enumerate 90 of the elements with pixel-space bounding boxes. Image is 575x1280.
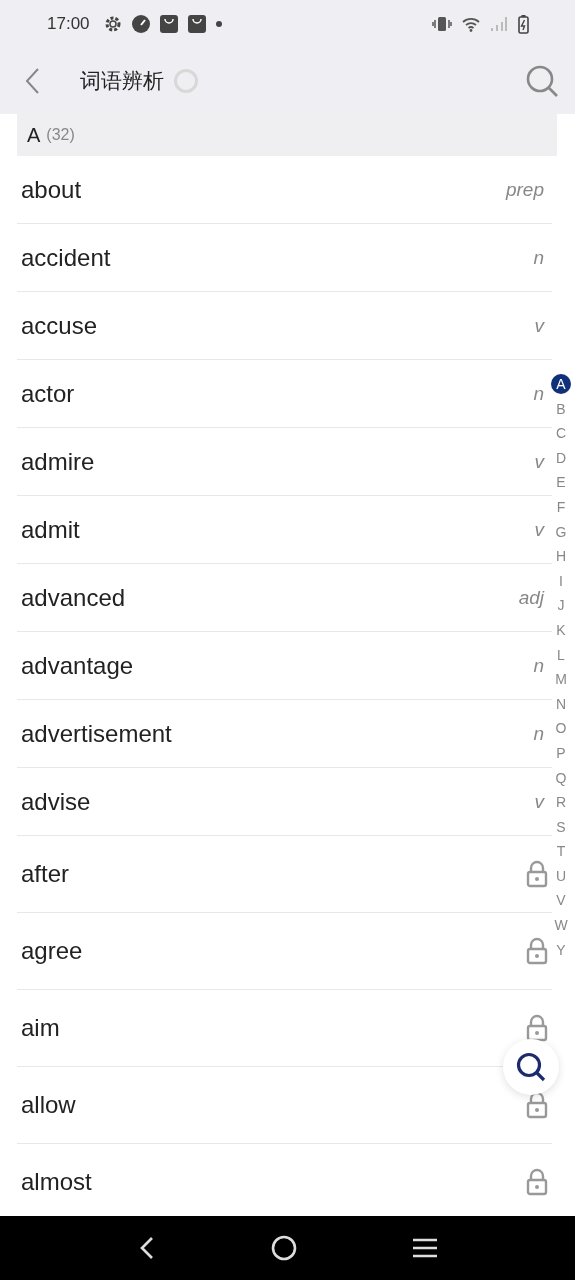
index-letter[interactable]: D xyxy=(551,445,571,471)
part-of-speech: v xyxy=(534,790,544,813)
lock-icon xyxy=(526,1091,548,1119)
word-row[interactable]: admire v xyxy=(17,428,552,496)
lock-icon xyxy=(526,860,548,888)
lock-icon xyxy=(526,937,548,965)
part-of-speech: v xyxy=(534,518,544,541)
index-letter[interactable]: V xyxy=(551,888,571,914)
index-letter[interactable]: J xyxy=(551,593,571,618)
word-row[interactable]: advise v xyxy=(17,768,552,836)
word-row[interactable]: after xyxy=(17,836,552,913)
word-label: advantage xyxy=(21,651,134,680)
word-row[interactable]: about prep xyxy=(17,156,552,224)
part-of-speech: v xyxy=(534,314,544,337)
dot-icon xyxy=(215,21,222,27)
index-letter[interactable]: C xyxy=(551,421,571,446)
word-row[interactable]: agree xyxy=(17,913,552,990)
index-letter[interactable]: P xyxy=(551,740,571,766)
gauge-icon xyxy=(131,15,150,33)
word-row[interactable]: actor n xyxy=(17,360,552,428)
battery-icon xyxy=(518,14,529,34)
page-title: 词语辨析 xyxy=(80,68,164,95)
index-letter[interactable]: F xyxy=(551,494,571,520)
index-letter[interactable]: R xyxy=(551,790,571,815)
word-row[interactable]: advanced adj xyxy=(17,564,552,632)
word-label: advise xyxy=(21,787,91,816)
vibrate-icon xyxy=(432,16,452,32)
back-icon xyxy=(24,67,40,95)
search-icon xyxy=(525,64,559,98)
word-row[interactable]: admit v xyxy=(17,496,552,564)
signal-icon xyxy=(490,16,508,32)
bag-icon xyxy=(159,15,178,33)
section-count: (32) xyxy=(46,126,75,144)
index-letter[interactable]: S xyxy=(551,814,571,840)
search-fab[interactable] xyxy=(503,1039,559,1095)
word-label: advertisement xyxy=(21,719,172,748)
word-label: aim xyxy=(21,1014,60,1042)
index-letter[interactable]: B xyxy=(551,396,571,422)
index-letter[interactable]: L xyxy=(551,642,571,668)
index-letter[interactable]: A xyxy=(551,374,571,394)
index-letter[interactable]: H xyxy=(551,544,571,569)
word-label: about xyxy=(21,175,82,204)
word-label: admire xyxy=(21,447,95,476)
part-of-speech: v xyxy=(534,450,544,473)
part-of-speech: n xyxy=(533,654,544,677)
lock-icon xyxy=(526,1014,548,1042)
word-label: actor xyxy=(21,379,75,408)
circle-icon xyxy=(270,1235,297,1261)
part-of-speech: n xyxy=(533,246,544,269)
loading-spinner xyxy=(174,69,198,93)
word-row[interactable]: accident n xyxy=(17,224,552,292)
part-of-speech: n xyxy=(533,382,544,405)
word-row[interactable]: advantage n xyxy=(17,632,552,700)
search-button[interactable] xyxy=(525,64,559,98)
word-label: accuse xyxy=(21,311,98,340)
word-label: admit xyxy=(21,515,80,544)
word-label: almost xyxy=(21,1168,92,1196)
index-letter[interactable]: T xyxy=(551,839,571,864)
section-letter: A xyxy=(27,123,41,147)
part-of-speech: prep xyxy=(505,178,544,201)
gear-icon xyxy=(103,15,122,33)
index-letter[interactable]: Y xyxy=(551,937,571,963)
index-letter[interactable]: O xyxy=(551,716,571,741)
index-letter[interactable]: Q xyxy=(551,765,571,791)
index-letter[interactable]: K xyxy=(551,617,571,643)
search-icon xyxy=(515,1051,547,1083)
menu-button[interactable] xyxy=(411,1238,438,1258)
index-letter[interactable]: N xyxy=(551,691,571,717)
wifi-icon xyxy=(462,16,480,32)
lock-icon xyxy=(526,1168,548,1196)
index-letter[interactable]: I xyxy=(551,568,571,594)
index-letter[interactable]: U xyxy=(551,863,571,889)
menu-icon xyxy=(411,1238,438,1258)
word-label: accident xyxy=(21,243,111,272)
home-button[interactable] xyxy=(270,1235,297,1261)
back-button[interactable] xyxy=(24,67,40,95)
status-time: 17:00 xyxy=(47,14,90,34)
part-of-speech: n xyxy=(533,722,544,745)
word-label: advanced xyxy=(21,583,126,612)
part-of-speech: adj xyxy=(518,586,544,609)
index-letter[interactable]: G xyxy=(551,519,571,545)
index-letter[interactable]: E xyxy=(551,470,571,495)
index-letter[interactable]: M xyxy=(551,667,571,692)
word-label: allow xyxy=(21,1091,76,1119)
word-row[interactable]: advertisement n xyxy=(17,700,552,768)
index-letter[interactable]: W xyxy=(551,913,571,938)
word-label: after xyxy=(21,860,70,888)
bag-icon xyxy=(187,15,206,33)
word-label: agree xyxy=(21,937,83,965)
word-row[interactable]: accuse v xyxy=(17,292,552,360)
